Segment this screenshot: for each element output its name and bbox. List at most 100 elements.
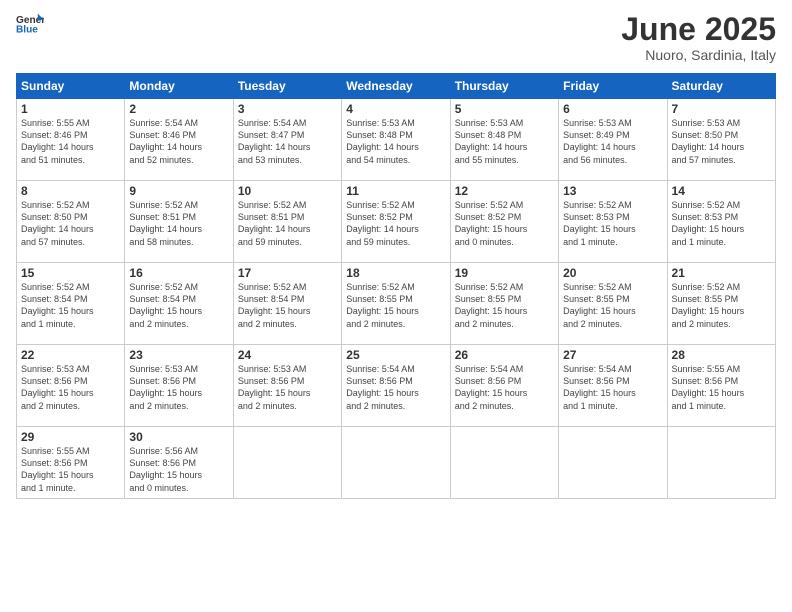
table-row: 19Sunrise: 5:52 AM Sunset: 8:55 PM Dayli… [450, 263, 558, 345]
calendar-week-row: 22Sunrise: 5:53 AM Sunset: 8:56 PM Dayli… [17, 345, 776, 427]
header-friday: Friday [559, 74, 667, 99]
calendar-week-row: 29Sunrise: 5:55 AM Sunset: 8:56 PM Dayli… [17, 427, 776, 499]
day-info: Sunrise: 5:54 AM Sunset: 8:46 PM Dayligh… [129, 117, 228, 166]
day-number: 11 [346, 184, 445, 198]
table-row: 27Sunrise: 5:54 AM Sunset: 8:56 PM Dayli… [559, 345, 667, 427]
day-info: Sunrise: 5:52 AM Sunset: 8:55 PM Dayligh… [563, 281, 662, 330]
header-saturday: Saturday [667, 74, 775, 99]
day-number: 29 [21, 430, 120, 444]
day-info: Sunrise: 5:52 AM Sunset: 8:51 PM Dayligh… [238, 199, 337, 248]
day-number: 16 [129, 266, 228, 280]
day-number: 7 [672, 102, 771, 116]
day-info: Sunrise: 5:52 AM Sunset: 8:55 PM Dayligh… [455, 281, 554, 330]
day-info: Sunrise: 5:52 AM Sunset: 8:55 PM Dayligh… [672, 281, 771, 330]
day-info: Sunrise: 5:53 AM Sunset: 8:56 PM Dayligh… [129, 363, 228, 412]
calendar-subtitle: Nuoro, Sardinia, Italy [621, 47, 776, 63]
day-info: Sunrise: 5:52 AM Sunset: 8:51 PM Dayligh… [129, 199, 228, 248]
calendar-week-row: 15 Sunrise: 5:52 AM Sunset: 8:54 PM Dayli… [17, 263, 776, 345]
table-row: 2Sunrise: 5:54 AM Sunset: 8:46 PM Daylig… [125, 99, 233, 181]
day-info: Sunrise: 5:53 AM Sunset: 8:48 PM Dayligh… [346, 117, 445, 166]
table-row: 18Sunrise: 5:52 AM Sunset: 8:55 PM Dayli… [342, 263, 450, 345]
logo: General Blue [16, 12, 44, 34]
table-row: 7Sunrise: 5:53 AM Sunset: 8:50 PM Daylig… [667, 99, 775, 181]
table-row: 1Sunrise: 5:55 AM Sunset: 8:46 PM Daylig… [17, 99, 125, 181]
table-row [667, 427, 775, 499]
table-row: 17Sunrise: 5:52 AM Sunset: 8:54 PM Dayli… [233, 263, 341, 345]
table-row: 22Sunrise: 5:53 AM Sunset: 8:56 PM Dayli… [17, 345, 125, 427]
day-info: Sunrise: 5:52 AM Sunset: 8:54 PM Dayligh… [238, 281, 337, 330]
day-info: Sunrise: 5:53 AM Sunset: 8:50 PM Dayligh… [672, 117, 771, 166]
table-row: 8Sunrise: 5:52 AM Sunset: 8:50 PM Daylig… [17, 181, 125, 263]
header: General Blue June 2025 Nuoro, Sardinia, … [16, 12, 776, 63]
day-info: Sunrise: 5:53 AM Sunset: 8:48 PM Dayligh… [455, 117, 554, 166]
header-tuesday: Tuesday [233, 74, 341, 99]
day-number: 2 [129, 102, 228, 116]
calendar-body: 1Sunrise: 5:55 AM Sunset: 8:46 PM Daylig… [17, 99, 776, 499]
weekday-header-row: Sunday Monday Tuesday Wednesday Thursday… [17, 74, 776, 99]
day-number: 27 [563, 348, 662, 362]
table-row: 16Sunrise: 5:52 AM Sunset: 8:54 PM Dayli… [125, 263, 233, 345]
day-number: 28 [672, 348, 771, 362]
day-number: 19 [455, 266, 554, 280]
table-row [342, 427, 450, 499]
header-thursday: Thursday [450, 74, 558, 99]
day-info: Sunrise: 5:53 AM Sunset: 8:49 PM Dayligh… [563, 117, 662, 166]
table-row: 9Sunrise: 5:52 AM Sunset: 8:51 PM Daylig… [125, 181, 233, 263]
day-number: 5 [455, 102, 554, 116]
calendar-title: June 2025 [621, 12, 776, 47]
day-info: Sunrise: 5:52 AM Sunset: 8:52 PM Dayligh… [346, 199, 445, 248]
header-monday: Monday [125, 74, 233, 99]
day-info: Sunrise: 5:54 AM Sunset: 8:47 PM Dayligh… [238, 117, 337, 166]
table-row: 20Sunrise: 5:52 AM Sunset: 8:55 PM Dayli… [559, 263, 667, 345]
day-number: 6 [563, 102, 662, 116]
table-row: 24Sunrise: 5:53 AM Sunset: 8:56 PM Dayli… [233, 345, 341, 427]
table-row: 5Sunrise: 5:53 AM Sunset: 8:48 PM Daylig… [450, 99, 558, 181]
day-number: 30 [129, 430, 228, 444]
day-number: 3 [238, 102, 337, 116]
day-number: 12 [455, 184, 554, 198]
table-row: 3Sunrise: 5:54 AM Sunset: 8:47 PM Daylig… [233, 99, 341, 181]
day-info: Sunrise: 5:52 AM Sunset: 8:53 PM Dayligh… [563, 199, 662, 248]
day-number: 4 [346, 102, 445, 116]
table-row: 28Sunrise: 5:55 AM Sunset: 8:56 PM Dayli… [667, 345, 775, 427]
day-info: Sunrise: 5:53 AM Sunset: 8:56 PM Dayligh… [238, 363, 337, 412]
table-row: 15Sunrise: 5:52 AM Sunset: 8:54 PM Dayli… [17, 263, 125, 345]
header-wednesday: Wednesday [342, 74, 450, 99]
calendar-week-row: 8Sunrise: 5:52 AM Sunset: 8:50 PM Daylig… [17, 181, 776, 263]
table-row [450, 427, 558, 499]
table-row: 12Sunrise: 5:52 AM Sunset: 8:52 PM Dayli… [450, 181, 558, 263]
table-row: 30Sunrise: 5:56 AM Sunset: 8:56 PM Dayli… [125, 427, 233, 499]
table-row [559, 427, 667, 499]
generalblue-logo-icon: General Blue [16, 12, 44, 34]
day-info: Sunrise: 5:53 AM Sunset: 8:56 PM Dayligh… [21, 363, 120, 412]
day-number: 25 [346, 348, 445, 362]
day-info: Sunrise: 5:52 AM Sunset: 8:53 PM Dayligh… [672, 199, 771, 248]
day-info: Sunrise: 5:52 AM Sunset: 8:54 PM Dayligh… [129, 281, 228, 330]
table-row: 10Sunrise: 5:52 AM Sunset: 8:51 PM Dayli… [233, 181, 341, 263]
day-number: 21 [672, 266, 771, 280]
calendar-page: General Blue June 2025 Nuoro, Sardinia, … [0, 0, 792, 612]
day-number: 13 [563, 184, 662, 198]
day-number: 10 [238, 184, 337, 198]
day-info: Sunrise: 5:56 AM Sunset: 8:56 PM Dayligh… [129, 445, 228, 494]
table-row: 25Sunrise: 5:54 AM Sunset: 8:56 PM Dayli… [342, 345, 450, 427]
calendar-table: Sunday Monday Tuesday Wednesday Thursday… [16, 73, 776, 499]
day-number: 26 [455, 348, 554, 362]
day-number: 24 [238, 348, 337, 362]
day-number: 20 [563, 266, 662, 280]
day-number: 14 [672, 184, 771, 198]
table-row: 14Sunrise: 5:52 AM Sunset: 8:53 PM Dayli… [667, 181, 775, 263]
day-info: Sunrise: 5:55 AM Sunset: 8:56 PM Dayligh… [672, 363, 771, 412]
table-row: 11Sunrise: 5:52 AM Sunset: 8:52 PM Dayli… [342, 181, 450, 263]
table-row: 23Sunrise: 5:53 AM Sunset: 8:56 PM Dayli… [125, 345, 233, 427]
day-info: Sunrise: 5:54 AM Sunset: 8:56 PM Dayligh… [563, 363, 662, 412]
day-number: 15 [21, 266, 120, 280]
day-number: 9 [129, 184, 228, 198]
day-info: Sunrise: 5:52 AM Sunset: 8:55 PM Dayligh… [346, 281, 445, 330]
table-row: 4Sunrise: 5:53 AM Sunset: 8:48 PM Daylig… [342, 99, 450, 181]
table-row: 13Sunrise: 5:52 AM Sunset: 8:53 PM Dayli… [559, 181, 667, 263]
table-row: 26Sunrise: 5:54 AM Sunset: 8:56 PM Dayli… [450, 345, 558, 427]
day-info: Sunrise: 5:52 AM Sunset: 8:52 PM Dayligh… [455, 199, 554, 248]
day-info: Sunrise: 5:52 AM Sunset: 8:50 PM Dayligh… [21, 199, 120, 248]
day-info: Sunrise: 5:55 AM Sunset: 8:46 PM Dayligh… [21, 117, 120, 166]
